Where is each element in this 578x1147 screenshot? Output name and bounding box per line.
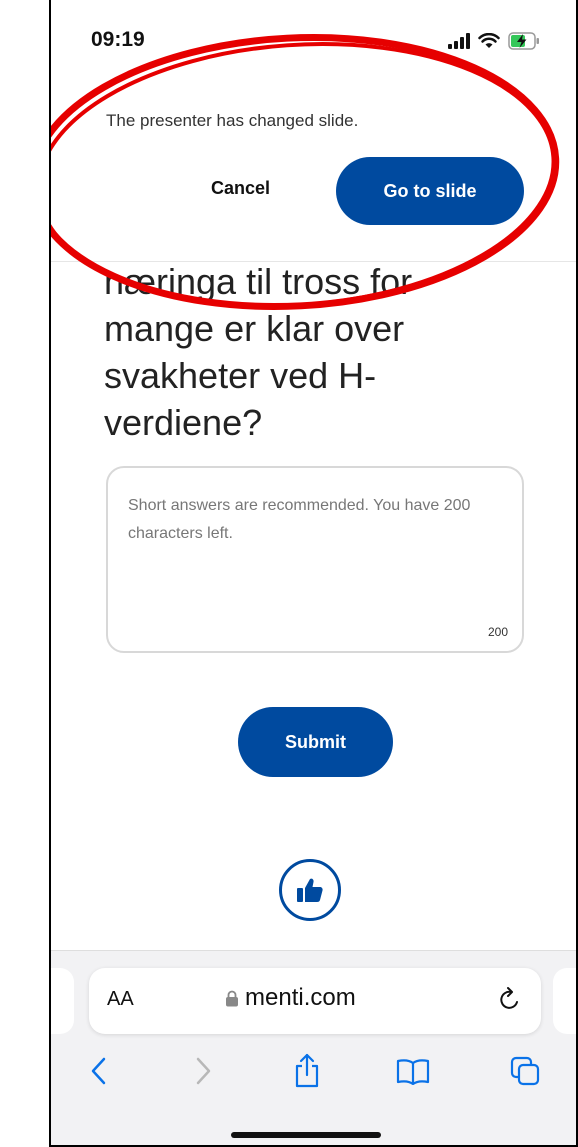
lock-icon <box>226 990 238 1006</box>
question-text: næringa til tross for mange er klar over… <box>104 261 413 443</box>
character-count: 200 <box>487 625 508 639</box>
previous-tab-preview[interactable] <box>51 968 74 1034</box>
submit-button[interactable]: Submit <box>238 707 393 777</box>
cancel-button[interactable]: Cancel <box>211 178 270 199</box>
thumbs-up-icon <box>297 878 323 902</box>
like-button[interactable] <box>279 859 341 921</box>
reload-icon <box>500 987 518 1009</box>
tabs-icon <box>510 1056 540 1086</box>
share-icon <box>295 1053 319 1088</box>
signal-icon <box>448 33 470 49</box>
address-bar[interactable]: AA menti.com <box>89 968 541 1034</box>
bookmarks-button[interactable] <box>393 1051 433 1091</box>
phone-screen: 09:19 The presenter has changed slide. C… <box>49 0 578 1147</box>
tabs-button[interactable] <box>505 1051 545 1091</box>
status-icons <box>448 32 540 50</box>
go-to-slide-button[interactable]: Go to slide <box>336 157 524 225</box>
browser-bar: AA menti.com <box>51 950 576 1145</box>
wifi-icon <box>478 33 500 49</box>
answer-input[interactable] <box>128 492 508 612</box>
forward-button[interactable] <box>183 1051 223 1091</box>
reload-button[interactable] <box>497 984 523 1019</box>
url-display[interactable]: menti.com <box>225 984 356 1012</box>
status-time: 09:19 <box>91 28 145 51</box>
browser-toolbar <box>51 1051 576 1101</box>
back-button[interactable] <box>79 1051 119 1091</box>
reader-options-button[interactable]: AA <box>107 988 134 1011</box>
url-text: menti.com <box>245 984 356 1011</box>
share-button[interactable] <box>287 1051 327 1091</box>
slide-changed-message: The presenter has changed slide. <box>106 111 359 130</box>
forward-icon <box>196 1057 211 1085</box>
bookmarks-icon <box>396 1059 430 1085</box>
battery-charging-icon <box>508 32 540 50</box>
back-icon <box>91 1057 106 1085</box>
home-indicator <box>231 1132 381 1138</box>
answer-box: 200 <box>106 466 524 653</box>
next-tab-preview[interactable] <box>553 968 576 1034</box>
